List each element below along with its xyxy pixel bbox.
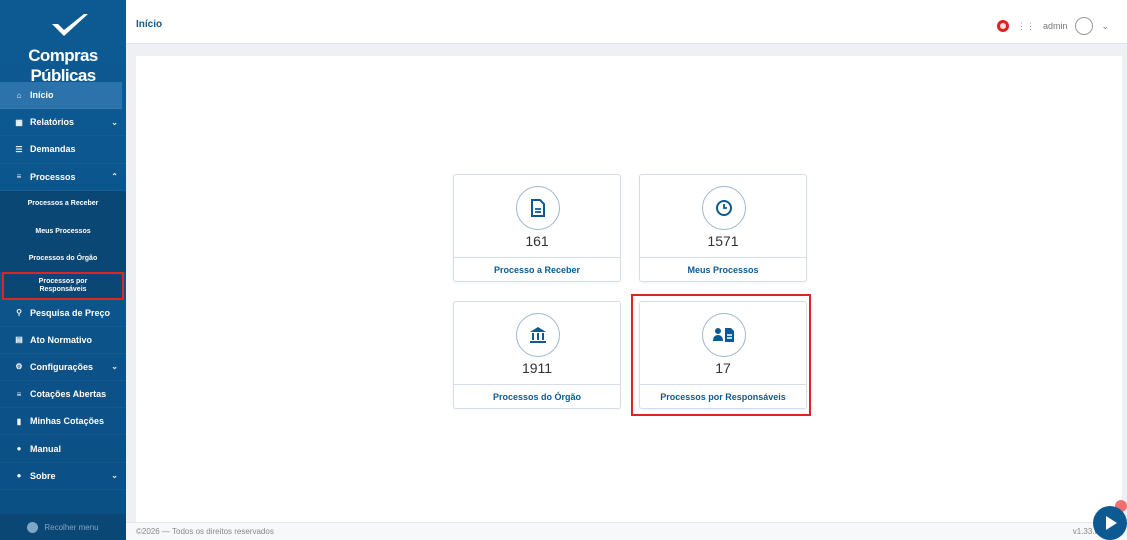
sidebar-item-relatorios[interactable]: ▦ Relatórios ⌄ xyxy=(0,109,126,137)
person-document-icon xyxy=(702,313,746,357)
sidebar-item-label: Processos xyxy=(30,171,76,182)
sidebar-subitem-processos-por-responsaveis[interactable]: Processos por Responsáveis xyxy=(2,272,124,300)
sidebar-item-label: Manual xyxy=(30,443,62,454)
card-link[interactable]: Meus Processos xyxy=(640,257,806,281)
sidebar-item-label: Sobre xyxy=(30,470,56,481)
card-processo-a-receber[interactable]: 161 Processo a Receber xyxy=(453,174,621,282)
dashboard-panel: 161 Processo a Receber 1571 Meus Process… xyxy=(136,56,1122,522)
sidebar-item-ato-normativo[interactable]: ▤ Ato Normativo xyxy=(0,327,126,354)
menu-icon: ≡ xyxy=(16,172,22,182)
sidebar: Compras Públicas ⌂ Início ▦ Relatórios ⌄… xyxy=(0,0,126,540)
card-count: 1911 xyxy=(521,360,553,376)
chevron-up-icon: ⌃ xyxy=(111,172,118,182)
notification-flag-icon[interactable] xyxy=(996,20,1009,32)
card-count: 161 xyxy=(525,233,549,249)
sidebar-item-processos[interactable]: ≡ Processos ⌃ xyxy=(0,164,126,191)
sidebar-subitem-processos-do-orgao[interactable]: Processos do Órgão xyxy=(0,245,126,273)
top-header: Início ⋮⋮ admin ⌄ xyxy=(126,0,1127,44)
sidebar-item-label: Início xyxy=(30,90,54,101)
card-count: 1571 xyxy=(707,233,739,249)
collapse-menu-label: Recolher menu xyxy=(44,522,99,532)
card-link[interactable]: Processos por Responsáveis xyxy=(640,384,806,408)
sidebar-item-inicio[interactable]: ⌂ Início xyxy=(0,82,122,110)
sidebar-item-label: Configurações xyxy=(30,361,94,372)
collapse-icon xyxy=(27,521,39,533)
sidebar-item-label: Pesquisa de Preço xyxy=(30,307,111,318)
sidebar-subitem-meus-processos[interactable]: Meus Processos xyxy=(0,217,126,246)
sidebar-item-demandas[interactable]: ☰ Demandas xyxy=(0,136,126,164)
sidebar-subitem-label: Processos por Responsáveis xyxy=(38,277,88,293)
sidebar-subitem-label: Meus Processos xyxy=(35,227,91,235)
sidebar-subitem-label: Processos do Órgão xyxy=(28,254,98,262)
sidebar-item-label: Demandas xyxy=(30,144,76,155)
sidebar-item-minhas-cotacoes[interactable]: ▮ Minhas Cotações xyxy=(0,408,126,436)
apps-grid-icon[interactable]: ⋮⋮ xyxy=(1017,21,1035,32)
play-assistant-button[interactable] xyxy=(1093,506,1127,540)
collapse-menu-button[interactable]: Recolher menu xyxy=(0,514,126,540)
document-icon: ▤ xyxy=(15,335,23,345)
home-icon: ⌂ xyxy=(16,90,22,100)
sidebar-item-manual[interactable]: ● Manual xyxy=(0,435,126,463)
chevron-down-icon: ⌄ xyxy=(111,362,118,372)
card-processos-por-responsaveis[interactable]: 17 Processos por Responsáveis xyxy=(639,301,807,409)
pin-icon: ● xyxy=(16,471,22,481)
document-icon xyxy=(516,186,560,230)
card-link[interactable]: Processos do Órgão xyxy=(454,384,620,408)
user-name[interactable]: admin xyxy=(1043,21,1068,31)
footer: ©2026 — Todos os direitos reservados v1.… xyxy=(126,522,1127,540)
card-count: 17 xyxy=(715,360,731,376)
search-icon: ⚲ xyxy=(16,308,22,318)
menu-icon: ≡ xyxy=(16,389,22,399)
list-icon: ☰ xyxy=(15,144,23,154)
avatar[interactable] xyxy=(1075,17,1094,35)
sidebar-item-label: Minhas Cotações xyxy=(30,416,105,427)
gear-icon: ⚙ xyxy=(15,362,23,372)
chevron-down-icon: ⌄ xyxy=(111,471,118,481)
sidebar-nav: ⌂ Início ▦ Relatórios ⌄ ☰ Demandas ≡ Pro… xyxy=(0,82,126,490)
brand-mark-icon xyxy=(52,14,88,36)
bookmark-icon: ▮ xyxy=(16,416,22,426)
brand-name: Compras Públicas xyxy=(28,46,98,85)
card-processos-do-orgao[interactable]: 1911 Processos do Órgão xyxy=(453,301,621,409)
sidebar-item-pesquisa-de-preco[interactable]: ⚲ Pesquisa de Preço xyxy=(0,300,126,327)
sidebar-item-sobre[interactable]: ● Sobre ⌄ xyxy=(0,463,126,490)
sidebar-subitem-label: Processos a Receber xyxy=(27,200,99,208)
clock-icon xyxy=(702,186,746,230)
chevron-down-icon: ⌄ xyxy=(111,117,118,127)
card-meus-processos[interactable]: 1571 Meus Processos xyxy=(639,174,807,282)
sidebar-item-label: Relatórios xyxy=(30,117,75,128)
chevron-down-icon[interactable]: ⌄ xyxy=(1101,21,1109,32)
sidebar-subitem-processos-a-receber[interactable]: Processos a Receber xyxy=(0,190,126,218)
sidebar-item-label: Ato Normativo xyxy=(30,334,93,345)
reports-icon: ▦ xyxy=(15,117,23,127)
brand-logo[interactable]: Compras Públicas xyxy=(0,0,126,85)
copyright-text: ©2026 — Todos os direitos reservados xyxy=(136,527,274,536)
pin-icon: ● xyxy=(16,444,22,454)
sidebar-item-cotacoes-abertas[interactable]: ≡ Cotações Abertas xyxy=(0,381,126,409)
breadcrumb[interactable]: Início xyxy=(136,19,162,30)
card-link[interactable]: Processo a Receber xyxy=(454,257,620,281)
sidebar-item-label: Cotações Abertas xyxy=(30,389,107,400)
sidebar-item-configuracoes[interactable]: ⚙ Configurações ⌄ xyxy=(0,354,126,382)
header-actions: ⋮⋮ admin ⌄ xyxy=(996,17,1109,35)
bank-icon xyxy=(516,313,560,357)
